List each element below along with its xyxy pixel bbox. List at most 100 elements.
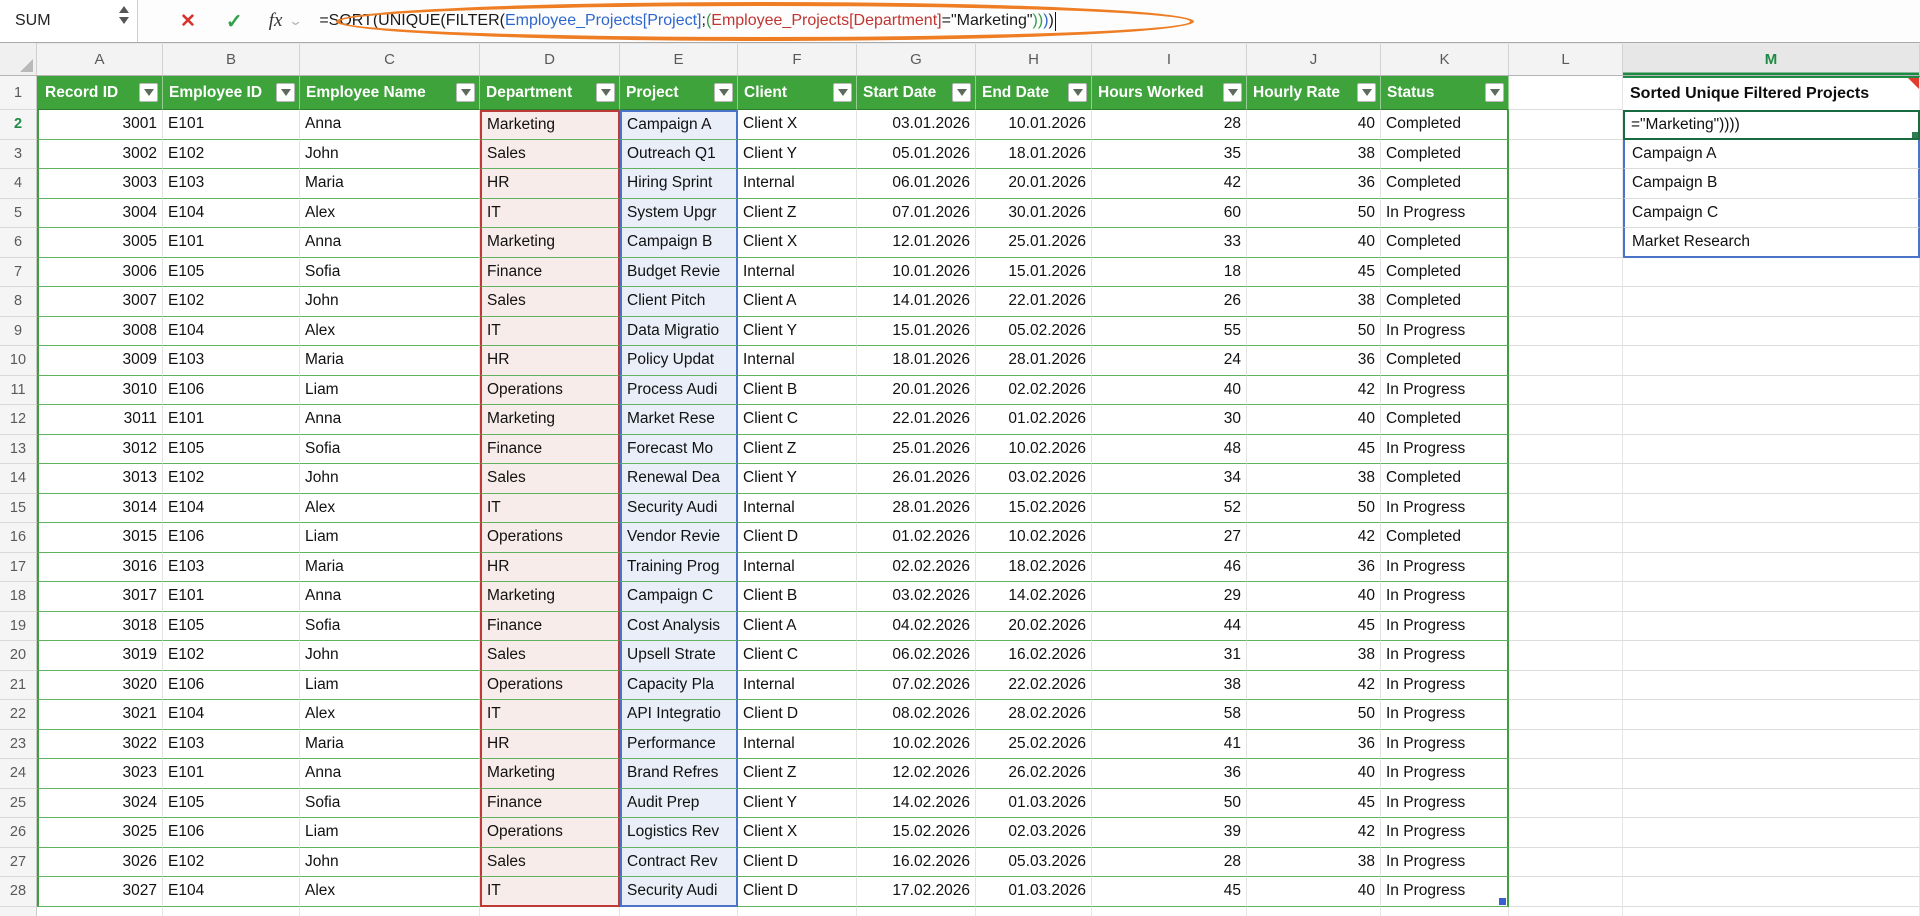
- table-cell[interactable]: Client A: [738, 287, 857, 317]
- table-cell[interactable]: 15.01.2026: [857, 317, 976, 347]
- table-cell[interactable]: 30: [1092, 405, 1247, 435]
- cell[interactable]: [1623, 700, 1920, 730]
- table-cell[interactable]: 58: [1092, 700, 1247, 730]
- table-cell[interactable]: In Progress: [1381, 877, 1509, 907]
- column-title-cell[interactable]: Hourly Rate: [1247, 76, 1381, 110]
- cell[interactable]: [1509, 317, 1623, 347]
- table-cell[interactable]: Completed: [1381, 464, 1509, 494]
- filter-button[interactable]: [596, 83, 615, 102]
- table-cell[interactable]: Market Rese: [620, 405, 738, 435]
- table-cell[interactable]: Completed: [1381, 169, 1509, 199]
- table-cell[interactable]: IT: [480, 700, 620, 730]
- table-cell[interactable]: Finance: [480, 258, 620, 288]
- column-header-G[interactable]: G: [857, 43, 976, 75]
- column-header-L[interactable]: L: [1509, 43, 1623, 75]
- table-cell[interactable]: HR: [480, 730, 620, 760]
- table-cell[interactable]: Anna: [300, 759, 480, 789]
- table-cell[interactable]: Upsell Strate: [620, 641, 738, 671]
- table-cell[interactable]: Marketing: [480, 228, 620, 258]
- table-cell[interactable]: E104: [163, 494, 300, 524]
- table-cell[interactable]: 52: [1092, 494, 1247, 524]
- table-cell[interactable]: 02.02.2026: [976, 376, 1092, 406]
- table-cell[interactable]: 12.01.2026: [857, 228, 976, 258]
- table-cell[interactable]: 18: [1092, 258, 1247, 288]
- table-cell[interactable]: 3001: [37, 110, 163, 140]
- table-cell[interactable]: Completed: [1381, 523, 1509, 553]
- column-header-I[interactable]: I: [1092, 43, 1247, 75]
- table-cell[interactable]: In Progress: [1381, 199, 1509, 229]
- table-cell[interactable]: 36: [1247, 730, 1381, 760]
- row-header-15[interactable]: 15: [0, 494, 37, 524]
- table-cell[interactable]: In Progress: [1381, 317, 1509, 347]
- table-cell[interactable]: Renewal Dea: [620, 464, 738, 494]
- spinner-up-icon[interactable]: [119, 6, 129, 13]
- table-cell[interactable]: Process Audi: [620, 376, 738, 406]
- table-cell[interactable]: Security Audi: [620, 494, 738, 524]
- table-cell[interactable]: 3007: [37, 287, 163, 317]
- table-cell[interactable]: IT: [480, 199, 620, 229]
- table-cell[interactable]: 30.01.2026: [976, 199, 1092, 229]
- column-title-cell[interactable]: Record ID: [37, 76, 163, 110]
- table-cell[interactable]: Security Audi: [620, 877, 738, 907]
- table-cell[interactable]: In Progress: [1381, 582, 1509, 612]
- table-cell[interactable]: Client Z: [738, 435, 857, 465]
- cell[interactable]: [976, 907, 1092, 916]
- table-cell[interactable]: 22.02.2026: [976, 671, 1092, 701]
- table-cell[interactable]: Sales: [480, 140, 620, 170]
- table-cell[interactable]: Sofia: [300, 789, 480, 819]
- table-cell[interactable]: Marketing: [480, 759, 620, 789]
- row-header-22[interactable]: 22: [0, 700, 37, 730]
- table-cell[interactable]: In Progress: [1381, 641, 1509, 671]
- table-cell[interactable]: 10.01.2026: [857, 258, 976, 288]
- table-cell[interactable]: 3011: [37, 405, 163, 435]
- table-cell[interactable]: 45: [1247, 789, 1381, 819]
- table-cell[interactable]: Client Z: [738, 759, 857, 789]
- table-cell[interactable]: Contract Rev: [620, 848, 738, 878]
- table-cell[interactable]: 03.01.2026: [857, 110, 976, 140]
- table-cell[interactable]: 07.01.2026: [857, 199, 976, 229]
- table-cell[interactable]: 3005: [37, 228, 163, 258]
- row-header-23[interactable]: 23: [0, 730, 37, 760]
- table-cell[interactable]: E101: [163, 110, 300, 140]
- table-cell[interactable]: In Progress: [1381, 759, 1509, 789]
- table-cell[interactable]: 3022: [37, 730, 163, 760]
- cell[interactable]: [1509, 730, 1623, 760]
- table-cell[interactable]: Internal: [738, 494, 857, 524]
- table-cell[interactable]: 26.01.2026: [857, 464, 976, 494]
- table-cell[interactable]: John: [300, 287, 480, 317]
- cell[interactable]: [857, 907, 976, 916]
- column-header-H[interactable]: H: [976, 43, 1092, 75]
- column-title-cell[interactable]: Status: [1381, 76, 1509, 110]
- table-cell[interactable]: Client X: [738, 110, 857, 140]
- table-cell[interactable]: Client Y: [738, 140, 857, 170]
- cell[interactable]: [1509, 907, 1623, 916]
- column-title-cell[interactable]: Client: [738, 76, 857, 110]
- table-cell[interactable]: Campaign B: [620, 228, 738, 258]
- row-header-11[interactable]: 11: [0, 376, 37, 406]
- formula-input[interactable]: =SORT(UNIQUE(FILTER(Employee_Projects[Pr…: [319, 12, 1056, 31]
- cell[interactable]: [1509, 612, 1623, 642]
- table-cell[interactable]: 07.02.2026: [857, 671, 976, 701]
- filter-button[interactable]: [139, 83, 158, 102]
- cell[interactable]: [1509, 523, 1623, 553]
- table-cell[interactable]: Anna: [300, 582, 480, 612]
- table-cell[interactable]: Client X: [738, 228, 857, 258]
- table-cell[interactable]: Completed: [1381, 110, 1509, 140]
- column-header-J[interactable]: J: [1247, 43, 1381, 75]
- cell[interactable]: [1623, 641, 1920, 671]
- table-cell[interactable]: In Progress: [1381, 848, 1509, 878]
- table-cell[interactable]: 06.02.2026: [857, 641, 976, 671]
- column-header-B[interactable]: B: [163, 43, 300, 75]
- name-box-spinner[interactable]: [119, 6, 129, 24]
- table-cell[interactable]: John: [300, 464, 480, 494]
- row-header-17[interactable]: 17: [0, 553, 37, 583]
- cell[interactable]: [1623, 907, 1920, 916]
- table-cell[interactable]: 38: [1247, 140, 1381, 170]
- filter-button[interactable]: [1068, 83, 1087, 102]
- table-cell[interactable]: 3013: [37, 464, 163, 494]
- table-cell[interactable]: 44: [1092, 612, 1247, 642]
- column-header-K[interactable]: K: [1381, 43, 1509, 75]
- column-header-E[interactable]: E: [620, 43, 738, 75]
- table-cell[interactable]: Internal: [738, 671, 857, 701]
- column-title-cell[interactable]: Department: [480, 76, 620, 110]
